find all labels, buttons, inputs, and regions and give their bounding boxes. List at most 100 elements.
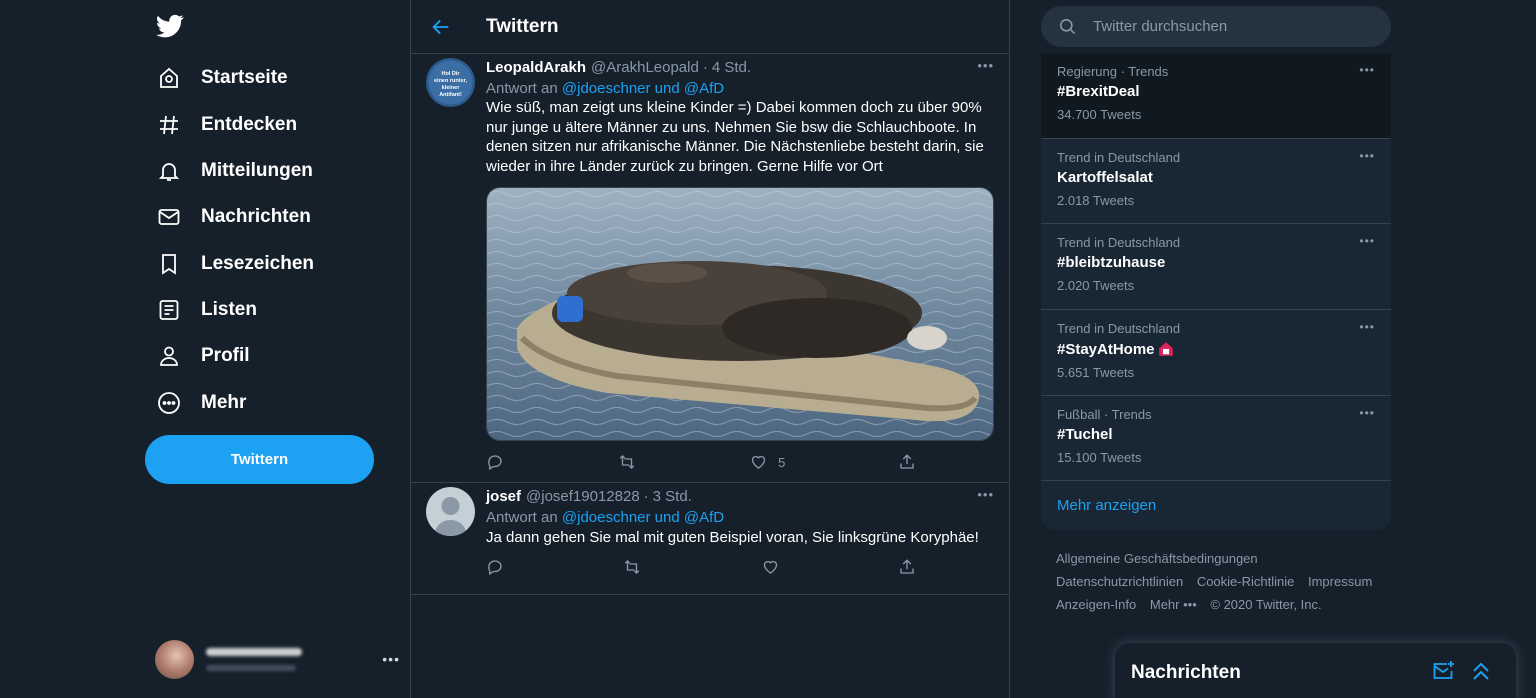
trend-more-icon[interactable]: ••• <box>1359 320 1375 334</box>
account-switcher[interactable]: ••• <box>155 638 400 680</box>
nav-label: Listen <box>201 299 257 320</box>
nav-item-profil[interactable]: Profil <box>145 336 250 376</box>
svg-text:Hol Dir: Hol Dir <box>441 71 460 77</box>
footer-link-privacy[interactable]: Datenschutzrichtlinien <box>1056 574 1183 589</box>
search-input[interactable] <box>1093 18 1353 35</box>
trend-count: 15.100 Tweets <box>1057 449 1142 465</box>
footer-link-more[interactable]: Mehr ••• <box>1150 597 1197 612</box>
svg-text:kleiner: kleiner <box>442 85 461 91</box>
tweet-more-icon[interactable]: ••• <box>977 487 994 502</box>
new-message-icon[interactable] <box>1431 659 1455 683</box>
trends-panel: Regierung · Trends #BrexitDeal 34.700 Tw… <box>1041 53 1391 531</box>
nav-item-mehr[interactable]: Mehr <box>145 383 246 423</box>
nav-label: Mehr <box>201 392 247 413</box>
messages-drawer[interactable]: Nachrichten <box>1115 643 1516 698</box>
retweet-icon[interactable] <box>622 558 642 576</box>
nav-item-mitteilungen[interactable]: Mitteilungen <box>145 151 313 191</box>
trend-item[interactable]: Trend in Deutschland Kartoffelsalat 2.01… <box>1041 139 1391 225</box>
mention-link[interactable]: @jdoeschner <box>562 80 651 97</box>
trend-more-icon[interactable]: ••• <box>1359 63 1375 77</box>
tweet[interactable]: Hol Dir einen runter, kleiner Antifant! … <box>411 54 1009 483</box>
tweet-author-name[interactable]: josef <box>486 488 521 505</box>
main-header: Twittern <box>411 0 1009 54</box>
tweet-actions <box>486 548 916 586</box>
account-name-redacted <box>206 647 306 671</box>
tweet-author-handle[interactable]: @josef19012828 <box>526 488 640 505</box>
nav-item-entdecken[interactable]: Entdecken <box>145 105 297 145</box>
trend-more-icon[interactable]: ••• <box>1359 406 1375 420</box>
tweet-header: LeopaldArakh @ArakhLeopald · 4 Std. <box>486 59 994 79</box>
trend-item[interactable]: Fußball · Trends #Tuchel 15.100 Tweets •… <box>1041 396 1391 482</box>
share-icon[interactable] <box>898 453 916 471</box>
trend-name-with-emoji: #StayAtHome <box>1057 340 1375 358</box>
footer-link-ads[interactable]: Anzeigen-Info <box>1056 597 1136 612</box>
trend-item[interactable]: Trend in Deutschland #bleibtzuhause 2.02… <box>1041 224 1391 311</box>
footer-link-imprint[interactable]: Impressum <box>1308 574 1372 589</box>
mail-icon <box>145 202 191 232</box>
trend-category: Regierung · Trends <box>1057 64 1169 79</box>
separator-dot: · <box>702 59 708 76</box>
mention-link[interactable]: @AfD <box>684 80 724 97</box>
reply-and[interactable]: und <box>655 509 680 526</box>
tweet-author-handle[interactable]: @ArakhLeopald <box>591 59 699 76</box>
home-icon <box>145 63 191 93</box>
reply-and[interactable]: und <box>655 80 680 97</box>
trend-more-icon[interactable]: ••• <box>1359 234 1375 248</box>
trend-category: Fußball · Trends <box>1057 406 1152 422</box>
reply-icon[interactable] <box>486 558 504 576</box>
tweet-avatar[interactable] <box>426 487 475 536</box>
search-icon <box>1041 17 1093 36</box>
avatar <box>155 639 194 679</box>
nav-item-nachrichten[interactable]: Nachrichten <box>145 197 311 237</box>
trend-item[interactable]: Regierung · Trends #BrexitDeal 34.700 Tw… <box>1041 53 1391 139</box>
more-circle-icon <box>145 388 191 418</box>
trend-category: Trend in Deutschland <box>1057 235 1181 251</box>
retweet-icon[interactable] <box>617 453 637 471</box>
like-count: 5 <box>778 454 786 470</box>
tweet-more-icon[interactable]: ••• <box>977 58 994 73</box>
bookmark-icon <box>145 249 191 279</box>
tweet-button[interactable]: Twittern <box>145 435 374 484</box>
tweet-actions: 5 <box>486 441 916 483</box>
tweet-image[interactable] <box>486 187 994 441</box>
tweet-timestamp[interactable]: 3 Std. <box>653 488 692 505</box>
trend-count: 2.018 Tweets <box>1057 192 1135 208</box>
like-button[interactable]: 5 <box>749 453 785 471</box>
trend-more-icon[interactable]: ••• <box>1359 149 1375 163</box>
heart-icon <box>751 455 766 469</box>
house-emoji-icon <box>1158 342 1173 356</box>
nav-item-listen[interactable]: Listen <box>145 290 257 330</box>
trend-item[interactable]: Trend in Deutschland #StayAtHome 5.651 T… <box>1041 310 1391 396</box>
trend-name: #StayAtHome <box>1057 340 1155 358</box>
tweet[interactable]: josef @josef19012828 · 3 Std. ••• Antwor… <box>411 483 1009 595</box>
nav-item-lesezeichen[interactable]: Lesezeichen <box>145 244 314 284</box>
trend-count: 34.700 Tweets <box>1057 107 1142 122</box>
back-arrow-icon[interactable] <box>411 0 471 54</box>
heart-icon[interactable] <box>761 558 780 576</box>
messages-drawer-title: Nachrichten <box>1131 662 1241 683</box>
tweet-timestamp[interactable]: 4 Std. <box>712 59 751 76</box>
mention-link[interactable]: @jdoeschner <box>562 509 651 526</box>
nav-label: Profil <box>201 345 250 366</box>
tweet-avatar[interactable]: Hol Dir einen runter, kleiner Antifant! <box>426 58 475 107</box>
reply-icon[interactable] <box>486 453 504 471</box>
reply-context: Antwort an @jdoeschner und @AfD <box>486 509 994 526</box>
show-more-link[interactable]: Mehr anzeigen <box>1041 481 1391 530</box>
footer-link-terms[interactable]: Allgemeine Geschäftsbedingungen <box>1056 551 1258 566</box>
main-column: Twittern Hol Dir einen runter, kleiner A… <box>410 0 1010 698</box>
person-icon <box>145 341 191 371</box>
svg-text:einen runter,: einen runter, <box>434 78 467 84</box>
more-dots-icon: ••• <box>382 651 400 667</box>
nav-label: Nachrichten <box>201 206 311 227</box>
sidebar-nav: Startseite Entdecken Mitteilungen Nachri… <box>145 0 410 698</box>
tweet-author-name[interactable]: LeopaldArakh <box>486 59 586 76</box>
mention-link[interactable]: @AfD <box>684 509 724 526</box>
chevron-double-up-icon[interactable] <box>1469 659 1493 683</box>
trend-name: #Tuchel <box>1057 425 1113 443</box>
share-icon[interactable] <box>898 558 916 576</box>
footer-link-cookies[interactable]: Cookie-Richtlinie <box>1197 574 1295 589</box>
nav-label: Lesezeichen <box>201 253 314 274</box>
twitter-logo-icon[interactable] <box>155 12 185 40</box>
search-box[interactable] <box>1041 6 1391 47</box>
nav-item-startseite[interactable]: Startseite <box>145 58 288 98</box>
